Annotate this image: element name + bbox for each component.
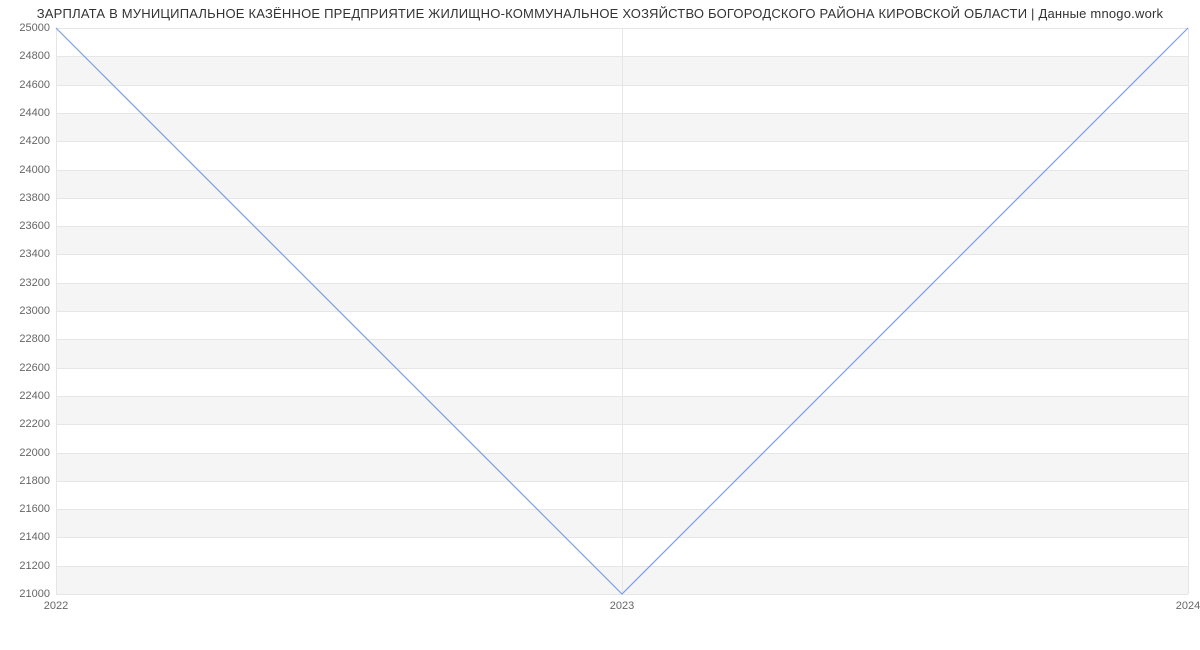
y-axis-tick-label: 21400 [6,531,50,543]
y-axis-tick-label: 21000 [6,588,50,600]
x-axis-tick-label: 2023 [610,600,634,612]
chart-vgridline [1188,28,1189,594]
y-axis-tick-label: 23800 [6,192,50,204]
chart-title: ЗАРПЛАТА В МУНИЦИПАЛЬНОЕ КАЗЁННОЕ ПРЕДПР… [0,0,1200,21]
y-axis-tick-label: 25000 [6,22,50,34]
y-axis-tick-label: 23600 [6,220,50,232]
y-axis-tick-label: 22200 [6,418,50,430]
y-axis-tick-label: 21600 [6,503,50,515]
chart-line-series [56,28,1188,594]
y-axis-tick-label: 22000 [6,447,50,459]
y-axis-tick-label: 24400 [6,107,50,119]
y-axis-tick-label: 21200 [6,560,50,572]
y-axis-tick-label: 24200 [6,135,50,147]
y-axis-tick-label: 22800 [6,333,50,345]
y-axis-tick-label: 24800 [6,50,50,62]
y-axis-tick-label: 21800 [6,475,50,487]
y-axis-tick-label: 22400 [6,390,50,402]
x-axis-tick-label: 2022 [44,600,68,612]
y-axis-tick-label: 22600 [6,362,50,374]
y-axis-tick-label: 24600 [6,79,50,91]
x-axis-tick-label: 2024 [1176,600,1200,612]
chart-plot-area [56,28,1188,594]
y-axis-tick-label: 23200 [6,277,50,289]
y-axis-tick-label: 24000 [6,164,50,176]
y-axis-tick-label: 23000 [6,305,50,317]
y-axis-tick-label: 23400 [6,248,50,260]
